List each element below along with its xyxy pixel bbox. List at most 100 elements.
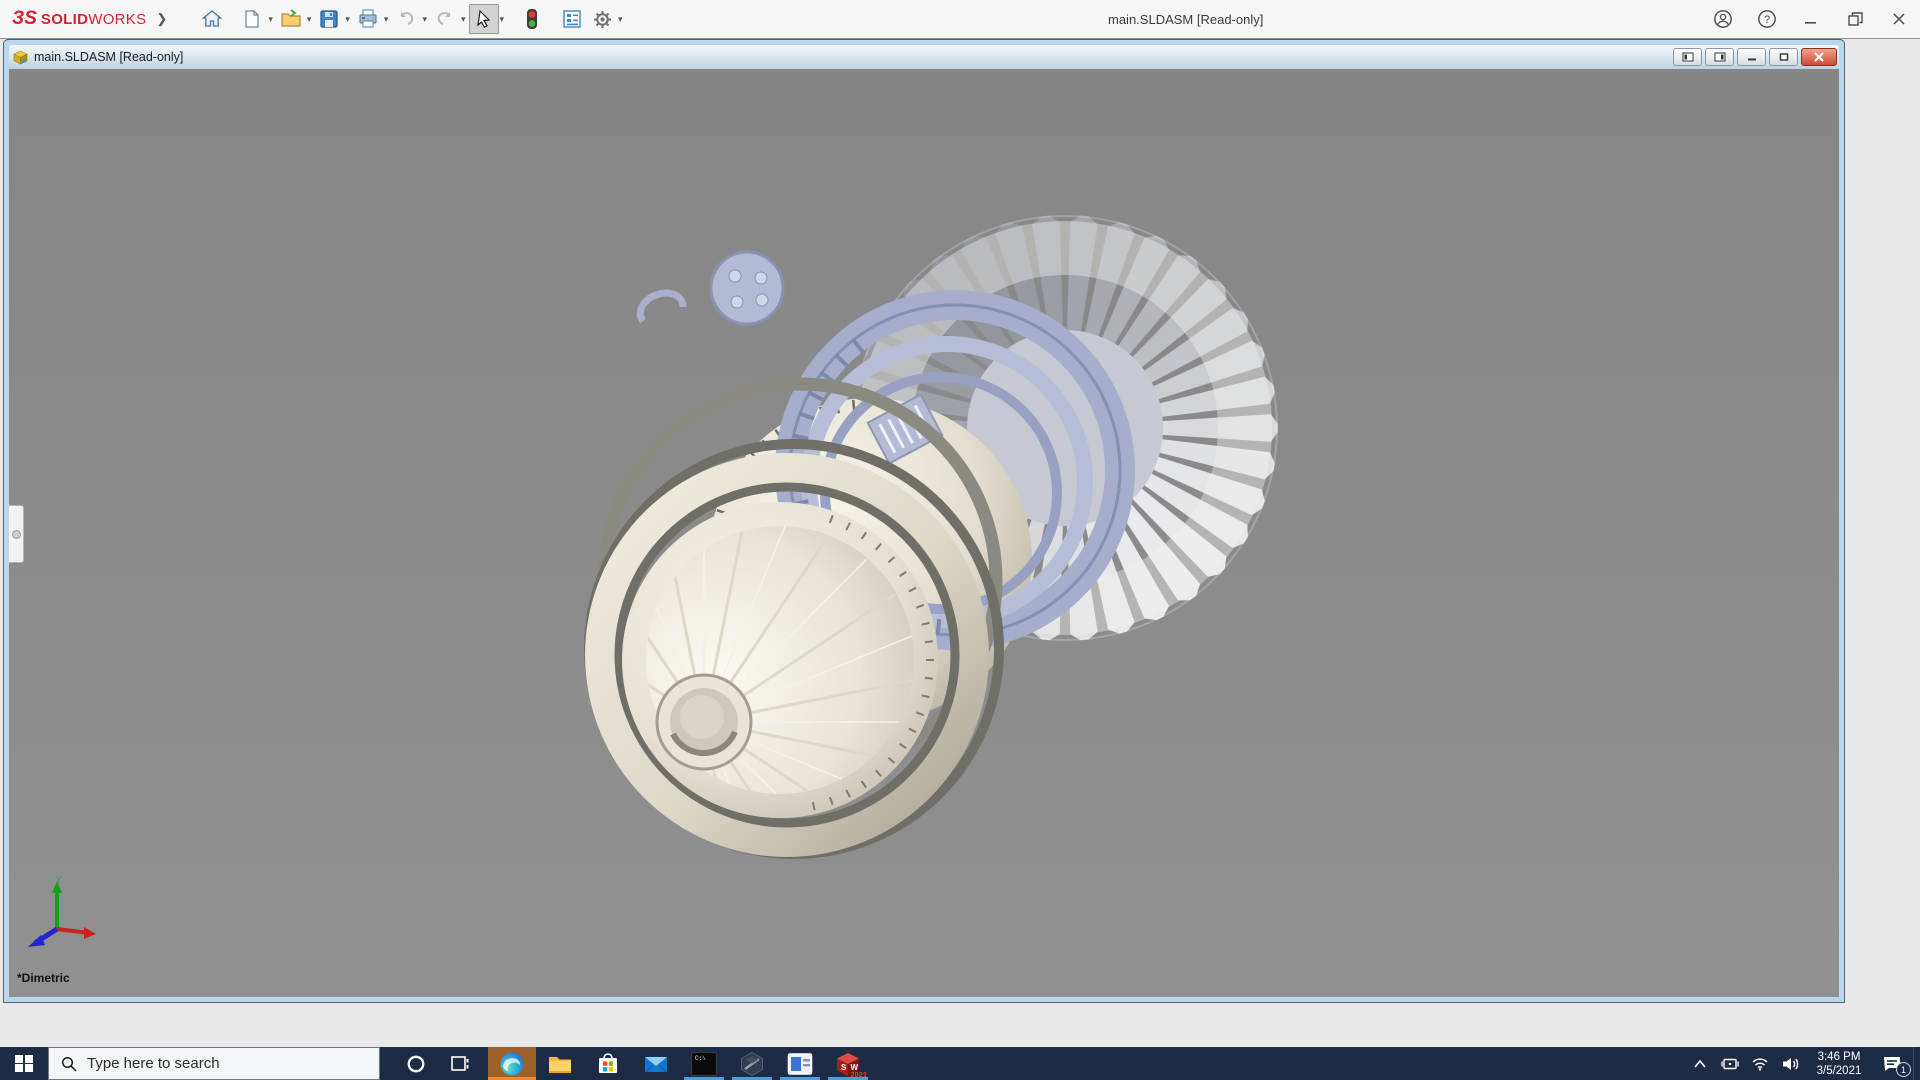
clock-time: 3:46 PM bbox=[1817, 1050, 1861, 1063]
app-window-icon bbox=[787, 1052, 813, 1075]
brand-mark: ЗS bbox=[12, 8, 37, 29]
options-list-button[interactable] bbox=[557, 4, 587, 34]
doc-close-button[interactable] bbox=[1801, 48, 1837, 66]
close-button[interactable] bbox=[1888, 8, 1910, 30]
volume-button[interactable] bbox=[1775, 1047, 1807, 1080]
taskbar-app-window[interactable] bbox=[776, 1047, 824, 1080]
taskbar-app-edge[interactable] bbox=[488, 1047, 536, 1080]
tray-expand-button[interactable] bbox=[1685, 1047, 1715, 1080]
taskbar-app-mail[interactable] bbox=[632, 1047, 680, 1080]
hexagon-app-icon bbox=[741, 1051, 763, 1076]
search-placeholder: Type here to search bbox=[87, 1055, 220, 1072]
quick-access-toolbar: ▾ ▾ ▾ ▾ ▾ ▾ ▾ ▾ bbox=[197, 4, 625, 34]
taskbar-app-hexagon[interactable] bbox=[728, 1047, 776, 1080]
microsoft-store-icon bbox=[599, 1052, 617, 1073]
select-tool-dropdown[interactable]: ▾ bbox=[500, 14, 505, 25]
rebuild-stoplight-icon bbox=[527, 9, 538, 29]
taskbar-app-file-explorer[interactable] bbox=[536, 1047, 584, 1080]
action-center-button[interactable]: 1 bbox=[1871, 1047, 1913, 1080]
save-dropdown[interactable]: ▾ bbox=[345, 14, 350, 25]
print-dropdown[interactable]: ▾ bbox=[384, 14, 389, 25]
rebuild-button[interactable] bbox=[517, 4, 547, 34]
app-titlebar: ЗS SOLID WORKS ❯ ▾ ▾ ▾ ▾ ▾ ▾ ▾ ▾ main.SL… bbox=[0, 0, 1920, 39]
taskbar-app-store[interactable] bbox=[584, 1047, 632, 1080]
app-title: main.SLDASM [Read-only] bbox=[1108, 11, 1264, 27]
wifi-button[interactable] bbox=[1745, 1047, 1775, 1080]
view-orientation-label: *Dimetric bbox=[17, 971, 70, 985]
doc-minimize-icon bbox=[1747, 58, 1756, 61]
restore-button[interactable] bbox=[1844, 8, 1866, 30]
options-list-icon bbox=[563, 10, 581, 28]
print-button[interactable] bbox=[353, 4, 383, 34]
feature-tree-collapse-tab[interactable] bbox=[9, 505, 24, 563]
document-titlebar[interactable]: main.SLDASM [Read-only] bbox=[9, 45, 1839, 69]
undo-icon bbox=[400, 12, 414, 25]
taskbar-clock[interactable]: 3:46 PM 3/5/2021 bbox=[1807, 1047, 1871, 1080]
menu-flyout-arrow-icon[interactable]: ❯ bbox=[156, 11, 167, 27]
restore-icon bbox=[1847, 11, 1863, 26]
settings-dropdown[interactable]: ▾ bbox=[618, 14, 623, 25]
show-desktop-button[interactable] bbox=[1913, 1047, 1920, 1080]
app-window-controls: ? bbox=[1712, 0, 1910, 38]
close-icon bbox=[1893, 13, 1905, 25]
cmd-prompt-text: C:\ bbox=[695, 1054, 706, 1062]
home-button[interactable] bbox=[197, 4, 227, 34]
volume-icon bbox=[1783, 1057, 1799, 1070]
help-button[interactable]: ? bbox=[1756, 8, 1778, 30]
doc-close-icon bbox=[1814, 52, 1824, 62]
cortana-button[interactable] bbox=[394, 1047, 438, 1080]
account-icon bbox=[1714, 10, 1732, 28]
taskbar: Type here to search C:\ S W 2021 3:46 PM… bbox=[0, 1047, 1920, 1080]
collapse-dot-icon bbox=[12, 530, 21, 539]
account-button[interactable] bbox=[1712, 8, 1734, 30]
undo-button[interactable] bbox=[391, 4, 421, 34]
reference-triad: Y X bbox=[28, 875, 97, 947]
clock-date: 3/5/2021 bbox=[1816, 1064, 1862, 1077]
chevron-up-icon bbox=[1694, 1059, 1706, 1068]
open-dropdown[interactable]: ▾ bbox=[307, 14, 312, 25]
settings-button[interactable] bbox=[587, 4, 617, 34]
minimize-icon bbox=[1805, 22, 1816, 24]
notification-badge: 1 bbox=[1896, 1062, 1911, 1077]
new-document-button[interactable] bbox=[237, 4, 267, 34]
open-button[interactable] bbox=[276, 4, 306, 34]
pane-right-button[interactable] bbox=[1705, 48, 1734, 66]
select-tool-button[interactable] bbox=[468, 4, 499, 34]
taskbar-app-solidworks[interactable]: S W 2021 bbox=[824, 1047, 872, 1080]
pane-left-button[interactable] bbox=[1673, 48, 1702, 66]
wireless-display-button[interactable] bbox=[1715, 1047, 1745, 1080]
doc-restore-icon bbox=[1779, 53, 1788, 61]
minimize-button[interactable] bbox=[1800, 8, 1822, 30]
doc-minimize-button[interactable] bbox=[1737, 48, 1766, 66]
new-document-icon bbox=[245, 10, 259, 28]
svg-text:X: X bbox=[90, 917, 97, 928]
task-view-icon bbox=[451, 1055, 469, 1071]
home-icon bbox=[202, 10, 223, 27]
start-button[interactable] bbox=[0, 1047, 48, 1080]
taskbar-app-command-prompt[interactable]: C:\ bbox=[680, 1047, 728, 1080]
graphics-viewport[interactable]: Y X *Dimetric bbox=[9, 69, 1839, 997]
search-icon bbox=[61, 1056, 77, 1072]
brand-solid: SOLID bbox=[40, 11, 89, 28]
taskbar-search[interactable]: Type here to search bbox=[48, 1047, 380, 1080]
brand-works: WORKS bbox=[88, 11, 147, 28]
new-document-dropdown[interactable]: ▾ bbox=[268, 14, 273, 25]
redo-dropdown[interactable]: ▾ bbox=[461, 14, 466, 25]
wireless-display-icon bbox=[1721, 1058, 1739, 1069]
doc-restore-button[interactable] bbox=[1769, 48, 1798, 66]
redo-button[interactable] bbox=[430, 4, 460, 34]
command-prompt-icon: C:\ bbox=[691, 1051, 717, 1076]
task-view-button[interactable] bbox=[438, 1047, 482, 1080]
print-icon bbox=[359, 9, 377, 28]
windows-logo-icon bbox=[15, 1054, 33, 1073]
pane-left-icon bbox=[1682, 52, 1693, 62]
wifi-icon bbox=[1752, 1057, 1768, 1071]
select-cursor-icon bbox=[476, 9, 490, 29]
3d-model-jet-engine[interactable] bbox=[9, 69, 1839, 997]
save-button[interactable] bbox=[314, 4, 344, 34]
pane-right-icon bbox=[1714, 52, 1725, 62]
system-tray: 3:46 PM 3/5/2021 1 bbox=[1685, 1047, 1920, 1080]
open-icon bbox=[281, 9, 301, 27]
redo-icon bbox=[437, 12, 451, 25]
undo-dropdown[interactable]: ▾ bbox=[422, 14, 427, 25]
